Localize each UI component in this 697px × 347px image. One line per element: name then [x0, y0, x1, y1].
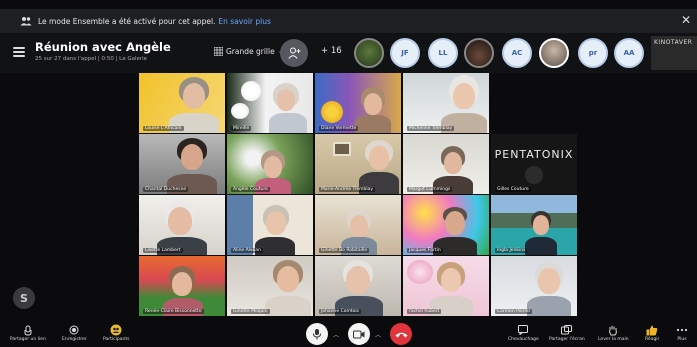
participant-name: Diane Vermette	[319, 126, 359, 131]
meeting-subtitle: 25 sur 27 dans l'appel | 0:50 | La Galer…	[35, 56, 148, 62]
hand-icon	[606, 323, 620, 337]
participant-name: Lisette Lambert	[143, 248, 183, 253]
participant-tile[interactable]: Aline Alexan	[227, 195, 313, 255]
participant-tile[interactable]: Ginette Bo Robitaille	[315, 195, 401, 255]
camera-button[interactable]	[348, 323, 370, 345]
chat-button[interactable]: Chevauchage	[508, 323, 539, 342]
add-person-icon	[287, 47, 300, 59]
share-screen-button[interactable]: Partager l'écran	[549, 323, 585, 342]
avatar[interactable]	[539, 38, 569, 68]
add-participant-button[interactable]	[280, 39, 308, 67]
participant-tile[interactable]: Louise L'Africain	[139, 73, 225, 133]
chevron-up-icon[interactable]: ︿	[375, 330, 381, 339]
participant-tile[interactable]: Johanne Comtois	[315, 256, 401, 316]
record-button[interactable]: Enregistrer	[62, 323, 87, 342]
notification-message: Le mode Ensemble a été activé pour cet a…	[38, 16, 216, 26]
participant-tile[interactable]: Diane Vermette	[315, 73, 401, 133]
raise-hand-button[interactable]: Lever la main	[598, 323, 629, 342]
video-banner: PENTATONIX	[494, 148, 574, 161]
participant-name: Marie-Andrée Tremblay	[319, 187, 376, 192]
participant-name: Mireille	[231, 126, 252, 131]
call-toolbar: Partager un lien Enregistrer Participant…	[0, 320, 697, 347]
learn-more-link[interactable]: En savoir plus	[218, 17, 270, 26]
participants-button[interactable]: Participants	[103, 323, 129, 342]
meeting-title: Réunion avec Angèle	[35, 40, 171, 54]
participant-name: Chantal Duchesne	[143, 187, 189, 192]
participant-tile[interactable]: Margot Cummings	[403, 134, 489, 194]
participant-name: rachel hubert	[407, 309, 442, 314]
record-icon	[67, 323, 81, 337]
video-avatar[interactable]: KINOTAVER	[651, 36, 697, 70]
participant-tile[interactable]: Lisette Lambert	[139, 195, 225, 255]
more-button[interactable]: Plus	[675, 323, 689, 342]
view-label: Grande grille	[226, 47, 275, 56]
grid-icon	[214, 47, 223, 56]
close-icon[interactable]: ✕	[681, 13, 691, 27]
react-button[interactable]: Réagir	[645, 323, 659, 342]
share-screen-icon	[560, 323, 574, 337]
participant-name: Jacques Fortin	[407, 248, 443, 253]
link-icon	[21, 323, 35, 337]
participant-name: Renée-Claire Bissonnette	[143, 309, 204, 314]
participant-tile[interactable]: Ingla Jenkins	[491, 195, 577, 255]
participant-name: Johanne Comtois	[319, 309, 361, 314]
chevron-up-icon[interactable]: ︿	[333, 330, 339, 339]
participant-tile[interactable]: Chantal Duchesne	[139, 134, 225, 194]
skype-call-window: Le mode Ensemble a été activé pour cet a…	[0, 0, 697, 347]
participant-name: Ginette Moquin	[231, 309, 270, 314]
avatar[interactable]	[464, 38, 494, 68]
thumbs-up-icon	[645, 323, 659, 337]
notification-bar: Le mode Ensemble a été activé pour cet a…	[0, 9, 697, 33]
participant-tile[interactable]: Mireille	[227, 73, 313, 133]
microphone-icon	[313, 329, 321, 340]
participant-tile[interactable]: Ginette Moquin	[227, 256, 313, 316]
avatar[interactable]	[354, 38, 384, 68]
microphone-button[interactable]	[306, 323, 328, 345]
chat-icon	[516, 323, 530, 337]
participant-name: Ingla Jenkins	[495, 248, 528, 253]
participant-tile[interactable]: Micheline Tremblay	[403, 73, 489, 133]
participant-name: Carmen Poirier	[495, 309, 533, 314]
participant-name: Ginette Bo Robitaille	[319, 248, 370, 253]
extra-participants-count[interactable]: + 16	[321, 46, 342, 56]
participant-tile[interactable]: Carmen Poirier	[491, 256, 577, 316]
view-selector[interactable]: Grande grille ⌄	[214, 47, 283, 56]
end-call-button[interactable]	[390, 323, 412, 345]
participant-name: Gilles Couture	[495, 187, 531, 192]
participant-name: Margot Cummings	[407, 187, 453, 192]
hang-up-icon	[395, 332, 407, 337]
video-grid: Louise L'Africain Mireille Diane Vermett…	[0, 73, 697, 320]
participant-tile[interactable]: Marie-Andrée Tremblay	[315, 134, 401, 194]
avatar[interactable]: LL	[428, 38, 458, 68]
participant-tile[interactable]: Jacques Fortin	[403, 195, 489, 255]
participant-name: Micheline Tremblay	[407, 126, 455, 131]
participants-icon	[109, 323, 123, 337]
participant-tile[interactable]: rachel hubert	[403, 256, 489, 316]
avatar[interactable]: AA	[614, 38, 644, 68]
people-icon	[20, 17, 32, 26]
participant-name: Angèle Couture	[231, 187, 270, 192]
avatar[interactable]: AC	[502, 38, 532, 68]
menu-icon[interactable]	[13, 47, 25, 57]
skype-logo-icon[interactable]: S	[13, 287, 35, 309]
avatar[interactable]: pr	[578, 38, 608, 68]
call-header: Réunion avec Angèle 25 sur 27 dans l'app…	[0, 33, 697, 73]
avatar[interactable]: JF	[390, 38, 420, 68]
participant-name: Aline Alexan	[231, 248, 263, 253]
participant-tile[interactable]: PENTATONIX Gilles Couture	[491, 134, 577, 194]
camera-icon	[353, 330, 365, 338]
participant-tile[interactable]: Angèle Couture	[227, 134, 313, 194]
more-icon	[675, 323, 689, 337]
participant-tile[interactable]: Renée-Claire Bissonnette	[139, 256, 225, 316]
participant-name: Louise L'Africain	[143, 126, 184, 131]
share-link-button[interactable]: Partager un lien	[10, 323, 46, 342]
